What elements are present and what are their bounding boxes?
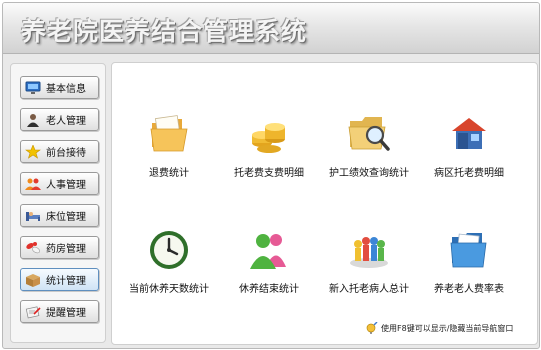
tile-fee-expense-detail[interactable]: 托老费支费明细 [219,113,319,189]
app-window: 养老院医养结合管理系统 基本信息 老人管理 前台接待 人事管理 床位管理 药房管… [2,2,540,349]
tile-elderly-fee-rate[interactable]: 养老老人费率表 [419,229,519,305]
group-icon [350,237,388,268]
box-icon [25,273,41,287]
hint-icon [366,319,378,338]
status-hint-text: 使用F8键可以显示/隐藏当前导航窗口 [381,323,514,333]
sidebar-nav: 基本信息 老人管理 前台接待 人事管理 床位管理 药房管理 统计管理 提醒管理 [10,63,106,343]
nav-reminder[interactable]: 提醒管理 [20,300,99,323]
nav-label: 统计管理 [46,276,86,287]
nav-label: 老人管理 [46,116,86,127]
tile-label: 病区托老费明细 [434,168,504,179]
tile-new-patients-total[interactable]: 新入托老病人总计 [319,229,419,305]
tile-ward-fee-detail[interactable]: 病区托老费明细 [419,113,519,189]
blue-folder-icon [450,233,487,268]
people-icon [250,234,286,269]
nav-label: 床位管理 [46,212,86,223]
pills-icon [25,241,41,255]
title-bar: 养老院医养结合管理系统 [3,3,539,54]
nav-elderly[interactable]: 老人管理 [20,108,99,131]
star-icon [25,144,41,159]
nav-basic-info[interactable]: 基本信息 [20,76,99,99]
tile-stay-end-statistics[interactable]: 休养结束统计 [219,229,319,305]
bed-icon [25,209,41,223]
coins-icon [252,123,285,153]
nav-label: 前台接待 [46,148,86,159]
app-title: 养老院医养结合管理系统 [21,17,308,46]
tile-caregiver-performance[interactable]: 护工绩效查询统计 [319,113,419,189]
statistics-panel: 退费统计 托老费支费明细 护工绩效查询统计 病区托老费明细 当前休养天数统计 休… [111,62,538,345]
tile-current-stay-days[interactable]: 当前休养天数统计 [119,229,219,305]
nav-reception[interactable]: 前台接待 [20,140,99,163]
nav-label: 药房管理 [46,244,86,255]
nav-label: 提醒管理 [46,308,86,319]
tile-label: 退费统计 [149,168,189,179]
tile-label: 休养结束统计 [239,284,299,295]
nav-bed[interactable]: 床位管理 [20,204,99,227]
tile-label: 护工绩效查询统计 [329,168,409,179]
nav-label: 人事管理 [46,180,86,191]
monitor-icon [25,81,41,95]
users-icon [25,177,41,191]
person-icon [25,113,41,127]
tile-refund-statistics[interactable]: 退费统计 [119,113,219,189]
reminder-icon [25,305,41,319]
tile-label: 当前休养天数统计 [129,284,209,295]
tile-label: 养老老人费率表 [434,284,504,295]
nav-label: 基本信息 [46,84,86,95]
nav-statistics[interactable]: 统计管理 [20,268,99,291]
tile-label: 托老费支费明细 [234,168,304,179]
house-icon [452,118,486,149]
folder-icon [150,115,188,152]
clock-icon [150,231,188,269]
nav-hr[interactable]: 人事管理 [20,172,99,195]
status-hint: 使用F8键可以显示/隐藏当前导航窗口 [366,321,513,335]
nav-pharmacy[interactable]: 药房管理 [20,236,99,259]
tile-label: 新入托老病人总计 [329,284,409,295]
folder-search-icon [348,117,390,151]
